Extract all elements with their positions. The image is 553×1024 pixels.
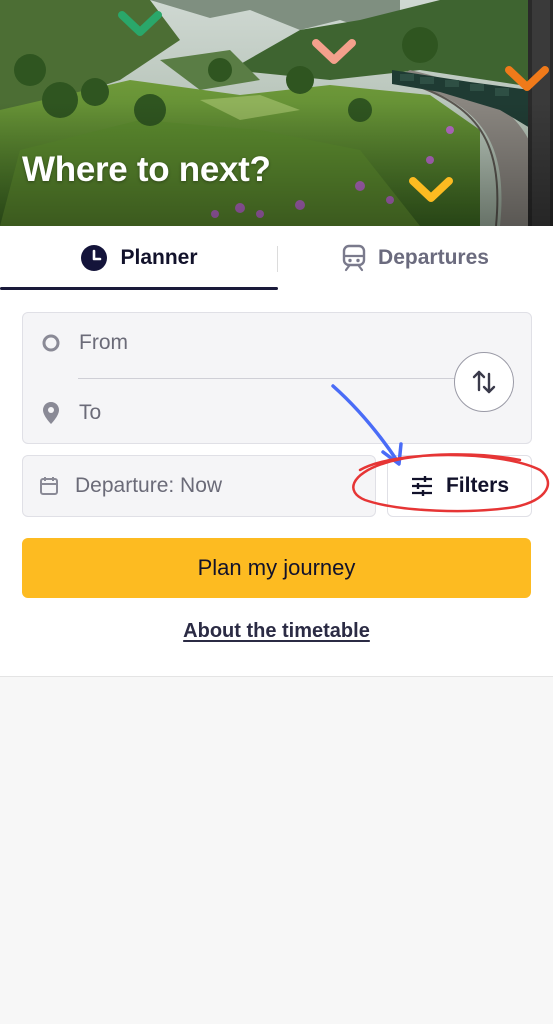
- tab-bar: Planner Departures: [0, 226, 553, 290]
- swap-arrows-icon: [472, 370, 496, 394]
- tab-departures[interactable]: Departures: [278, 226, 553, 290]
- route-divider: [78, 378, 456, 379]
- plan-journey-label: Plan my journey: [197, 555, 356, 580]
- departure-label: Departure: Now: [75, 474, 223, 497]
- departure-time-field[interactable]: Departure: Now: [22, 455, 376, 517]
- filters-button[interactable]: Filters: [387, 455, 532, 517]
- location-pin-icon: [23, 401, 79, 425]
- tab-planner[interactable]: Planner: [0, 226, 278, 290]
- filters-label: Filters: [445, 474, 510, 497]
- tab-planner-label: Planner: [120, 246, 198, 269]
- hero-landscape-image: [0, 0, 553, 226]
- train-icon: [342, 244, 366, 272]
- sliders-icon: [411, 476, 432, 496]
- to-placeholder: To: [79, 401, 102, 424]
- plan-journey-button[interactable]: Plan my journey: [22, 538, 531, 598]
- calendar-icon: [23, 476, 75, 496]
- chevron-down-icon: [118, 11, 162, 36]
- to-field[interactable]: To: [23, 385, 453, 441]
- tab-departures-label: Departures: [378, 246, 489, 269]
- chevron-down-icon: [409, 177, 453, 202]
- from-field[interactable]: From: [23, 315, 453, 371]
- route-input-group: From To: [22, 312, 532, 444]
- swap-locations-button[interactable]: [454, 352, 514, 412]
- chevron-down-icon: [505, 66, 549, 91]
- chevron-down-icon: [312, 39, 356, 64]
- from-placeholder: From: [79, 331, 128, 354]
- about-timetable-link[interactable]: About the timetable: [0, 620, 553, 643]
- origin-circle-icon: [23, 333, 79, 353]
- hero-title: Where to next?: [22, 150, 271, 189]
- journey-planner-panel: Planner Departures From To Departure: No…: [0, 226, 553, 677]
- hero-banner: Where to next?: [0, 0, 553, 226]
- clock-icon: [81, 245, 108, 271]
